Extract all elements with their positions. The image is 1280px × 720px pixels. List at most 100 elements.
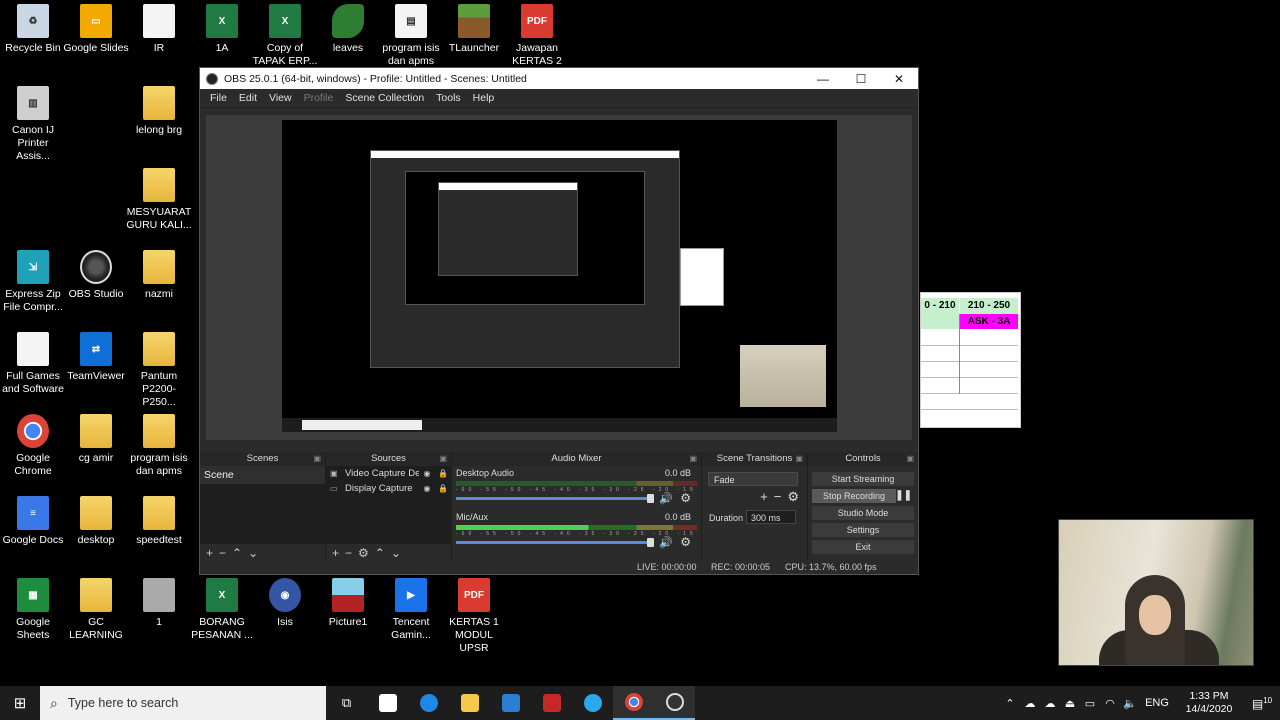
desktop-icon[interactable]: nazmi [126, 250, 192, 301]
desktop-icon[interactable]: Pantum P2200-P250... [126, 332, 192, 409]
stop-recording-button[interactable]: Stop Recording [812, 489, 896, 503]
gear-icon[interactable]: ⚙ [680, 491, 691, 505]
desktop-icon[interactable]: Full Games and Software [0, 332, 66, 396]
desktop-icon[interactable]: cg amir [63, 414, 129, 465]
scene-down-button[interactable]: ⌄ [248, 546, 258, 560]
desktop-icon[interactable]: ◉ Isis [252, 578, 318, 629]
settings-button[interactable]: Settings [812, 523, 914, 537]
add-scene-button[interactable]: + [206, 546, 213, 560]
eye-icon[interactable]: ◉ [419, 469, 435, 478]
desktop-icon[interactable]: TLauncher [441, 4, 507, 55]
desktop-icon[interactable]: ▦ Google Sheets [0, 578, 66, 642]
desktop-icon-glyph: PDF [521, 4, 553, 38]
clock-date: 14/4/2020 [1185, 703, 1233, 715]
desktop-icon[interactable]: GC LEARNING [63, 578, 129, 642]
desktop-icon[interactable]: program isis dan apms [126, 414, 192, 478]
lock-icon[interactable]: 🔒 [435, 469, 451, 478]
edge-icon[interactable] [408, 686, 449, 720]
transition-gear-icon[interactable]: ⚙ [787, 489, 799, 505]
desktop-icon[interactable]: speedtest [126, 496, 192, 547]
gear-icon[interactable]: ⚙ [680, 535, 691, 549]
menu-edit[interactable]: Edit [233, 92, 263, 104]
transition-select[interactable]: Fade [708, 472, 798, 486]
desktop-icon[interactable]: ≡ Google Docs [0, 496, 66, 547]
wifi-icon[interactable]: ◠ [1100, 697, 1120, 710]
scene-item[interactable]: Scene [200, 466, 325, 484]
studio-mode-button[interactable]: Studio Mode [812, 506, 914, 520]
desktop-icon[interactable]: desktop [63, 496, 129, 547]
desktop-icon[interactable]: MESYUARAT GURU KALI... [126, 168, 192, 232]
telegram-icon[interactable] [572, 686, 613, 720]
source-settings-gear-icon[interactable]: ⚙ [358, 546, 369, 560]
exit-button[interactable]: Exit [812, 540, 914, 554]
desktop-icon[interactable]: leaves [315, 4, 381, 55]
desktop-icon[interactable]: X 1A [189, 4, 255, 55]
menu-view[interactable]: View [263, 92, 298, 104]
language-indicator[interactable]: ENG [1140, 697, 1174, 709]
desktop-icon[interactable]: lelong brg [126, 86, 192, 137]
desktop-icon[interactable]: IR [126, 4, 192, 55]
battery-icon[interactable]: ▭ [1080, 697, 1100, 710]
desktop-icon[interactable]: ▭ Google Slides [63, 4, 129, 55]
obs-taskbar-icon[interactable] [654, 686, 695, 720]
speaker-icon[interactable]: 🔊 [659, 492, 673, 505]
clock[interactable]: 1:33 PM 14/4/2020 [1174, 690, 1244, 716]
volume-icon[interactable]: 🔈 [1120, 697, 1140, 710]
desktop-icon[interactable]: 1 [126, 578, 192, 629]
desktop-icon[interactable]: ⇄ TeamViewer [63, 332, 129, 383]
cloud-icon[interactable]: ☁ [1040, 697, 1060, 710]
menu-help[interactable]: Help [467, 92, 501, 104]
volume-slider[interactable] [456, 494, 654, 503]
pause-recording-button[interactable]: ❚❚ [895, 490, 912, 501]
minimize-button[interactable]: — [804, 68, 842, 89]
desktop-icon[interactable]: OBS Studio [63, 250, 129, 301]
desktop-icon[interactable]: X Copy of TAPAK ERP... [252, 4, 318, 68]
mail-icon[interactable] [490, 686, 531, 720]
add-source-button[interactable]: + [332, 546, 339, 560]
close-button[interactable]: ✕ [880, 68, 918, 89]
menu-tools[interactable]: Tools [430, 92, 467, 104]
obs-title-bar[interactable]: OBS 25.0.1 (64-bit, windows) - Profile: … [200, 68, 918, 89]
desktop-icon[interactable]: ▥ Canon IJ Printer Assis... [0, 86, 66, 163]
desktop-icon[interactable]: Google Chrome [0, 414, 66, 478]
eye-icon[interactable]: ◉ [419, 484, 435, 493]
source-up-button[interactable]: ⌃ [375, 546, 385, 560]
scene-up-button[interactable]: ⌃ [232, 546, 242, 560]
remove-transition-button[interactable]: − [774, 489, 782, 505]
volume-slider[interactable] [456, 538, 654, 547]
lock-icon[interactable]: 🔒 [435, 484, 451, 493]
start-streaming-button[interactable]: Start Streaming [812, 472, 914, 486]
menu-file[interactable]: File [204, 92, 233, 104]
onedrive-icon[interactable]: ☁ [1020, 697, 1040, 710]
maximize-button[interactable]: ☐ [842, 68, 880, 89]
preview-canvas[interactable] [282, 120, 837, 432]
task-view-icon[interactable]: ⧉ [326, 686, 367, 720]
start-button[interactable]: ⊞ [0, 686, 40, 720]
desktop-icon[interactable]: Picture1 [315, 578, 381, 629]
duration-input[interactable]: 300 ms [746, 510, 796, 524]
taskbar-search[interactable]: ⌕ Type here to search [40, 686, 326, 720]
speaker-icon[interactable]: 🔊 [659, 536, 673, 549]
desktop-icon[interactable]: PDF KERTAS 1 MODUL UPSR [441, 578, 507, 655]
notification-center[interactable]: ▤10 [1244, 696, 1280, 711]
desktop-icon[interactable]: ▤ program isis dan apms [378, 4, 444, 68]
remove-scene-button[interactable]: − [219, 546, 226, 560]
store-icon[interactable] [367, 686, 408, 720]
spreadsheet-window[interactable]: 0 - 210 210 - 250 ASK - 3A [920, 292, 1021, 428]
usb-icon[interactable]: ⏏ [1060, 697, 1080, 710]
chevron-up-icon[interactable]: ⌃ [1000, 697, 1020, 710]
file-explorer-icon[interactable] [449, 686, 490, 720]
desktop-icon[interactable]: ⇲ Express Zip File Compr... [0, 250, 66, 314]
source-down-button[interactable]: ⌄ [391, 546, 401, 560]
desktop-icon[interactable]: ▶ Tencent Gamin... [378, 578, 444, 642]
chrome-icon[interactable] [613, 686, 654, 720]
add-transition-button[interactable]: + [760, 489, 768, 505]
menu-scene-collection[interactable]: Scene Collection [339, 92, 430, 104]
desktop-icon[interactable]: X BORANG PESANAN ... [189, 578, 255, 642]
menu-profile[interactable]: Profile [298, 92, 340, 104]
source-item-display-capture[interactable]: ▭ Display Capture ◉ 🔒 [326, 481, 451, 496]
red-app-icon[interactable] [531, 686, 572, 720]
remove-source-button[interactable]: − [345, 546, 352, 560]
source-item-video-capture[interactable]: ▣ Video Capture Devi ◉ 🔒 [326, 466, 451, 481]
desktop-icon[interactable]: ♻ Recycle Bin [0, 4, 66, 55]
